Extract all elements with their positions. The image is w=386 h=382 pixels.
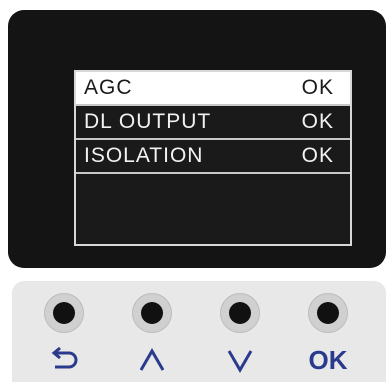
menu-item-isolation[interactable]: ISOLATION OK bbox=[76, 140, 350, 174]
back-button[interactable] bbox=[42, 293, 86, 337]
ok-button[interactable] bbox=[306, 293, 350, 337]
up-button[interactable] bbox=[130, 293, 174, 337]
button-dot bbox=[308, 293, 348, 333]
menu-item-status: OK bbox=[301, 144, 334, 167]
down-button[interactable] bbox=[218, 293, 262, 337]
back-arrow-icon bbox=[34, 347, 94, 373]
menu-item-label: ISOLATION bbox=[84, 144, 204, 167]
menu-item-label: AGC bbox=[84, 76, 133, 99]
status-menu: AGC OK DL OUTPUT OK ISOLATION OK bbox=[74, 70, 352, 246]
menu-item-status: OK bbox=[301, 110, 334, 133]
up-chevron-icon bbox=[122, 347, 182, 373]
down-chevron-icon bbox=[210, 347, 270, 373]
ok-label: OK bbox=[308, 345, 348, 375]
button-dot bbox=[44, 293, 84, 333]
menu-item-agc[interactable]: AGC OK bbox=[76, 72, 350, 106]
menu-item-dl-output[interactable]: DL OUTPUT OK bbox=[76, 106, 350, 140]
menu-item-label: DL OUTPUT bbox=[84, 110, 212, 133]
keypad: OK bbox=[12, 281, 386, 382]
button-dot bbox=[132, 293, 172, 333]
display-screen: AGC OK DL OUTPUT OK ISOLATION OK bbox=[8, 10, 386, 268]
button-dot bbox=[220, 293, 260, 333]
menu-item-status: OK bbox=[301, 76, 334, 99]
menu-empty-row bbox=[76, 174, 350, 244]
